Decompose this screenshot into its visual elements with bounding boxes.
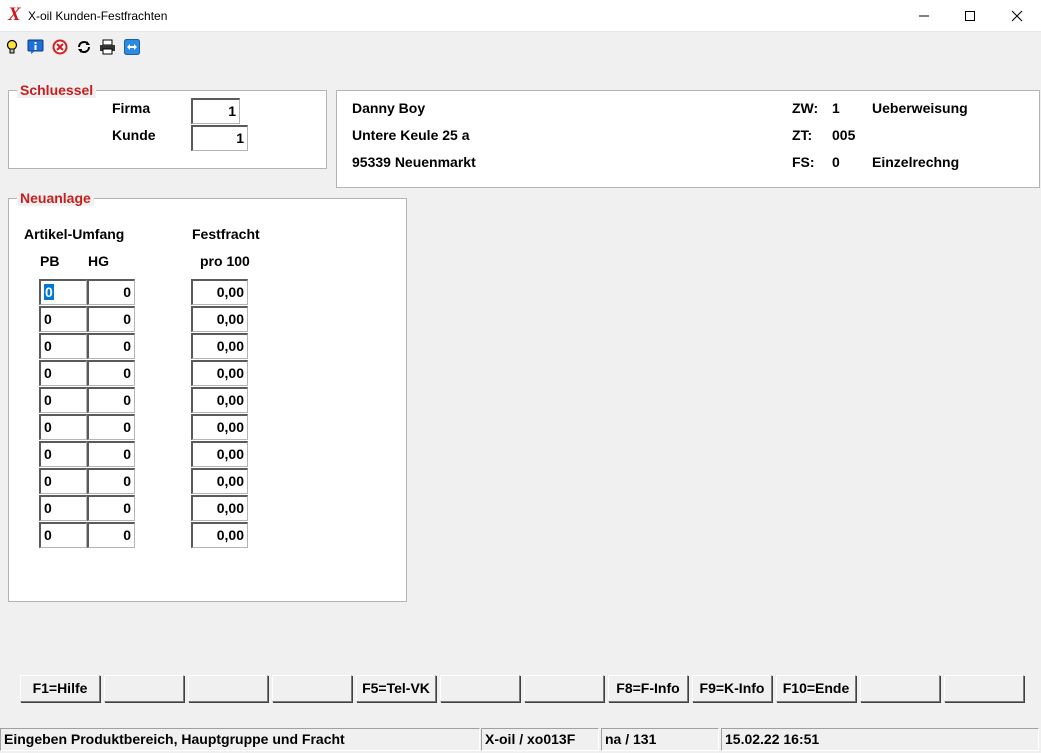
- hg-input[interactable]: 0: [87, 360, 135, 386]
- function-key-1-button[interactable]: F1=Hilfe: [20, 675, 100, 702]
- function-key-4-button[interactable]: [272, 675, 352, 702]
- hg-header: HG: [88, 253, 109, 269]
- status-datetime: 15.02.22 16:51: [721, 728, 1039, 751]
- function-key-3-button[interactable]: [188, 675, 268, 702]
- lightbulb-icon[interactable]: [3, 38, 20, 55]
- remote-support-icon[interactable]: [123, 38, 140, 55]
- pb-value: 0: [44, 284, 54, 300]
- title-bar: X X-oil Kunden-Festfrachten: [0, 0, 1041, 32]
- minimize-button[interactable]: [901, 0, 947, 31]
- maximize-icon: [965, 10, 975, 21]
- pro100-header: pro 100: [200, 253, 250, 269]
- festfracht-input[interactable]: 0,00: [191, 306, 248, 332]
- customer-city: 95339 Neuenmarkt: [352, 154, 476, 170]
- festfracht-input[interactable]: 0,00: [191, 333, 248, 359]
- cancel-icon[interactable]: [51, 38, 68, 55]
- hg-input[interactable]: 0: [87, 441, 135, 467]
- hg-input[interactable]: 0: [87, 414, 135, 440]
- pb-value: 0: [44, 392, 52, 408]
- hg-input[interactable]: 0: [87, 279, 135, 305]
- hg-input[interactable]: 0: [87, 333, 135, 359]
- fs-value: 0: [832, 154, 840, 170]
- festfracht-input[interactable]: 0,00: [191, 387, 248, 413]
- pb-value: 0: [44, 311, 52, 327]
- minimize-icon: [919, 15, 929, 16]
- festfracht-input[interactable]: 0,00: [191, 360, 248, 386]
- firma-input[interactable]: 1: [191, 98, 240, 124]
- festfracht-input[interactable]: 0,00: [191, 522, 248, 548]
- pb-input[interactable]: 0: [39, 522, 87, 548]
- zt-label: ZT:: [792, 127, 813, 143]
- close-button[interactable]: [994, 0, 1040, 31]
- kunde-label: Kunde: [112, 127, 156, 143]
- function-key-11-button[interactable]: [860, 675, 940, 702]
- function-key-2-button[interactable]: [104, 675, 184, 702]
- pb-value: 0: [44, 446, 52, 462]
- info-icon[interactable]: [27, 38, 44, 55]
- festfracht-input[interactable]: 0,00: [191, 279, 248, 305]
- pb-value: 0: [44, 338, 52, 354]
- pb-input[interactable]: 0: [39, 279, 87, 305]
- window-title: X-oil Kunden-Festfrachten: [28, 9, 168, 23]
- zw-value: 1: [832, 100, 840, 116]
- festfracht-input[interactable]: 0,00: [191, 495, 248, 521]
- artikel-umfang-header: Artikel-Umfang: [24, 226, 125, 242]
- function-key-7-button[interactable]: [524, 675, 604, 702]
- fs-text: Einzelrechng: [872, 154, 960, 170]
- maximize-button[interactable]: [947, 0, 993, 31]
- hg-input[interactable]: 0: [87, 387, 135, 413]
- schluessel-legend: Schluessel: [17, 82, 97, 98]
- festfracht-input[interactable]: 0,00: [191, 468, 248, 494]
- pb-input[interactable]: 0: [39, 333, 87, 359]
- pb-input[interactable]: 0: [39, 441, 87, 467]
- close-icon: [1011, 10, 1023, 21]
- pb-input[interactable]: 0: [39, 468, 87, 494]
- app-logo: X: [8, 4, 21, 25]
- festfracht-input[interactable]: 0,00: [191, 441, 248, 467]
- pb-value: 0: [44, 365, 52, 381]
- pb-input[interactable]: 0: [39, 387, 87, 413]
- pb-value: 0: [44, 527, 52, 543]
- status-user: na / 131: [601, 728, 719, 751]
- toolbar: [0, 32, 1041, 60]
- function-key-6-button[interactable]: [440, 675, 520, 702]
- kunde-input[interactable]: 1: [191, 125, 248, 151]
- pb-input[interactable]: 0: [39, 495, 87, 521]
- pb-value: 0: [44, 419, 52, 435]
- function-key-12-button[interactable]: [944, 675, 1024, 702]
- pb-value: 0: [44, 500, 52, 516]
- customer-street: Untere Keule 25 a: [352, 127, 470, 143]
- status-program: X-oil / xo013F: [481, 728, 599, 751]
- status-message: Eingeben Produktbereich, Hauptgruppe und…: [0, 728, 480, 751]
- status-bar: Eingeben Produktbereich, Hauptgruppe und…: [0, 728, 1041, 753]
- zw-text: Ueberweisung: [872, 100, 968, 116]
- hg-input[interactable]: 0: [87, 468, 135, 494]
- firma-label: Firma: [112, 100, 151, 116]
- printer-icon[interactable]: [99, 38, 116, 55]
- hg-input[interactable]: 0: [87, 495, 135, 521]
- zw-label: ZW:: [792, 100, 819, 116]
- function-key-5-button[interactable]: F5=Tel-VK: [356, 675, 436, 702]
- pb-value: 0: [44, 473, 52, 489]
- refresh-icon[interactable]: [75, 38, 92, 55]
- function-key-10-button[interactable]: F10=Ende: [776, 675, 856, 702]
- schluessel-group: [8, 90, 327, 169]
- neuanlage-legend: Neuanlage: [17, 190, 94, 206]
- pb-input[interactable]: 0: [39, 414, 87, 440]
- zt-value: 005: [832, 127, 856, 143]
- pb-header: PB: [40, 253, 60, 269]
- hg-input[interactable]: 0: [87, 306, 135, 332]
- pb-input[interactable]: 0: [39, 360, 87, 386]
- festfracht-input[interactable]: 0,00: [191, 414, 248, 440]
- hg-input[interactable]: 0: [87, 522, 135, 548]
- customer-name: Danny Boy: [352, 100, 426, 116]
- fs-label: FS:: [792, 154, 815, 170]
- festfracht-header: Festfracht: [192, 226, 260, 242]
- function-key-9-button[interactable]: F9=K-Info: [692, 675, 772, 702]
- pb-input[interactable]: 0: [39, 306, 87, 332]
- function-key-8-button[interactable]: F8=F-Info: [608, 675, 688, 702]
